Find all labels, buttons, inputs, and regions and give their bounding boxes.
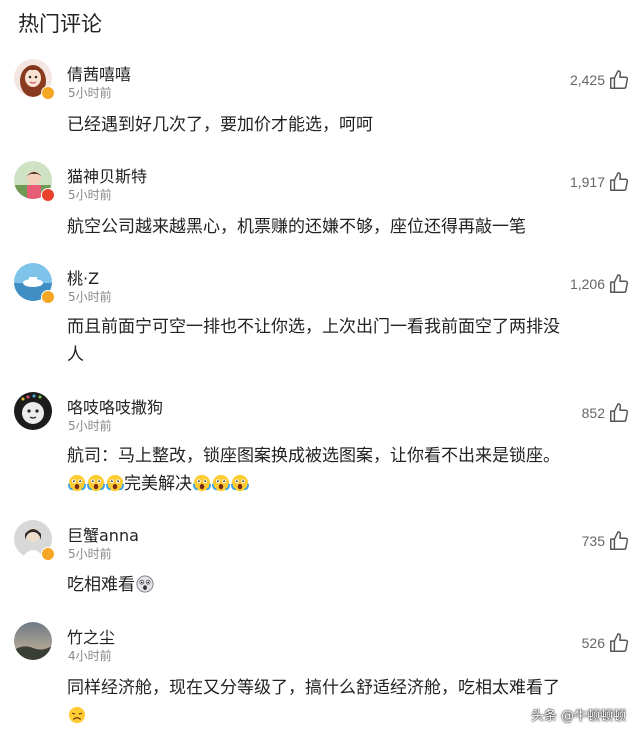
like-button[interactable]: 1,206 (570, 273, 630, 295)
like-count: 735 (581, 533, 605, 549)
thumbs-up-icon (610, 274, 629, 293)
avatar[interactable] (14, 392, 52, 430)
username[interactable]: 猫神贝斯特 (67, 163, 147, 187)
like-count: 1,917 (569, 174, 605, 190)
comment-text: 而且前面宁可空一排也不让你选，上次出门一看我前面空了两排没 人 (67, 313, 632, 369)
comment-text-line: 人 (67, 345, 84, 365)
like-button[interactable]: 2,425 (570, 69, 630, 91)
comment-text-line: 完美解决 (67, 470, 632, 498)
timestamp: 5小时前 (68, 290, 112, 304)
thumbs-up-icon (610, 531, 629, 550)
scream-face-emoji (86, 474, 105, 492)
comment-text: 已经遇到好几次了，要加价才能选，呵呵 (67, 111, 632, 139)
emoji-caption: 完美解决 (124, 474, 192, 494)
timestamp: 5小时前 (68, 547, 112, 561)
scream-face-emoji (67, 474, 86, 492)
weary-face-emoji (68, 706, 85, 724)
username[interactable]: 咯吱咯吱撒狗 (67, 394, 163, 418)
page-title: 热门评论 (18, 12, 102, 36)
like-count: 2,425 (569, 72, 605, 88)
comment-text-line: 而且前面宁可空一排也不让你选，上次出门一看我前面空了两排没 (67, 317, 560, 337)
like-count: 852 (581, 405, 605, 421)
comment-text: 吃相难看 (67, 571, 632, 599)
comment-text-line: 航司：马上整改，锁座图案换成被选图案，让你看不出来是锁座。 (67, 446, 560, 466)
comment-text: 航司：马上整改，锁座图案换成被选图案，让你看不出来是锁座。 完美解决 (67, 442, 632, 498)
username[interactable]: 桃·Z (67, 265, 99, 289)
comment-text-line: 已经遇到好几次了，要加价才能选，呵呵 (67, 115, 373, 135)
username[interactable]: 倩茜嘻嘻 (67, 61, 131, 85)
like-button[interactable]: 735 (582, 530, 630, 552)
verified-badge-icon (41, 86, 55, 100)
thumbs-up-icon (610, 403, 629, 422)
verified-badge-icon (41, 188, 55, 202)
comment-text-line: 航空公司越来越黑心，机票赚的还嫌不够，座位还得再敲一笔 (67, 217, 526, 237)
like-count: 1,206 (569, 276, 605, 292)
timestamp: 5小时前 (68, 419, 112, 433)
username[interactable]: 竹之尘 (67, 624, 115, 648)
thumbs-up-icon (610, 70, 629, 89)
like-button[interactable]: 526 (582, 632, 630, 654)
timestamp: 4小时前 (68, 649, 112, 663)
comment-text-line: 同样经济舱，现在又分等级了，搞什么舒适经济舱，吃相太难看了 (67, 678, 560, 698)
username[interactable]: 巨蟹anna (67, 522, 139, 546)
scream-face-emoji (211, 474, 230, 492)
like-count: 526 (581, 635, 605, 651)
avatar[interactable] (14, 622, 52, 660)
thumbs-up-icon (610, 172, 629, 191)
verified-badge-icon (41, 547, 55, 561)
comment-text-line: 吃相难看 (67, 575, 135, 595)
scream-face-emoji (105, 474, 124, 492)
timestamp: 5小时前 (68, 86, 112, 100)
timestamp: 5小时前 (68, 188, 112, 202)
thumbs-up-icon (610, 633, 629, 652)
verified-badge-icon (41, 290, 55, 304)
comment-text: 航空公司越来越黑心，机票赚的还嫌不够，座位还得再敲一笔 (67, 213, 632, 241)
shocked-face-emoji (135, 575, 154, 593)
watermark: 头条 @牛顿顿顿 (530, 709, 626, 724)
scream-face-emoji (192, 474, 211, 492)
like-button[interactable]: 1,917 (570, 171, 630, 193)
scream-face-emoji (230, 474, 249, 492)
like-button[interactable]: 852 (582, 402, 630, 424)
